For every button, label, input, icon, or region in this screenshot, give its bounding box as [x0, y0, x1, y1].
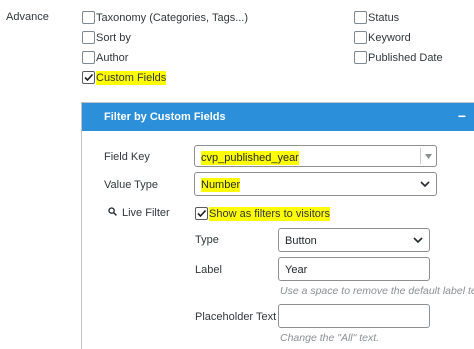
- panel-title: Filter by Custom Fields: [104, 111, 226, 123]
- label-hint: Use a space to remove the default label …: [280, 285, 474, 297]
- taxonomy-checkbox[interactable]: [82, 11, 95, 24]
- status-label[interactable]: Status: [368, 11, 399, 25]
- checkmark-icon: [84, 73, 94, 82]
- type-value: Button: [285, 235, 317, 247]
- custom-fields-label[interactable]: Custom Fields: [96, 71, 167, 85]
- checkmark-icon: [197, 209, 207, 218]
- combobox-arrow-icon[interactable]: [425, 154, 432, 159]
- label-input-value: Year: [285, 264, 308, 276]
- label-input[interactable]: Year: [278, 257, 430, 281]
- field-key-value: cvp_published_year: [201, 151, 299, 165]
- chevron-down-icon: [413, 237, 423, 244]
- placeholder-hint: Change the "All" text.: [280, 332, 380, 344]
- sort-by-label[interactable]: Sort by: [96, 31, 131, 45]
- taxonomy-label[interactable]: Taxonomy (Categories, Tags...): [96, 11, 248, 25]
- value-type-label: Value Type: [104, 179, 159, 191]
- live-filter-label: Live Filter: [122, 207, 170, 219]
- combobox-divider: [420, 148, 422, 164]
- keyword-label[interactable]: Keyword: [368, 31, 411, 45]
- type-label: Type: [195, 234, 219, 246]
- author-checkbox[interactable]: [82, 51, 95, 64]
- published-date-checkbox[interactable]: [354, 51, 367, 64]
- show-as-filters-checkbox[interactable]: [195, 207, 208, 220]
- custom-fields-filter-panel: Filter by Custom Fields − Field Key cvp_…: [81, 102, 474, 349]
- placeholder-text-input[interactable]: [278, 304, 430, 328]
- section-label-advance: Advance: [6, 11, 49, 23]
- search-icon: [108, 207, 117, 216]
- collapse-icon[interactable]: −: [458, 108, 466, 124]
- field-key-label: Field Key: [104, 151, 150, 163]
- chevron-down-icon: [420, 181, 430, 188]
- placeholder-text-label: Placeholder Text: [195, 311, 277, 323]
- status-checkbox[interactable]: [354, 11, 367, 24]
- value-type-select[interactable]: Number: [194, 172, 437, 196]
- value-type-value: Number: [201, 178, 241, 192]
- show-as-filters-label[interactable]: Show as filters to visitors: [209, 207, 331, 221]
- sort-by-checkbox[interactable]: [82, 31, 95, 44]
- custom-fields-checkbox[interactable]: [82, 71, 95, 84]
- panel-header[interactable]: Filter by Custom Fields −: [82, 103, 474, 131]
- field-key-combobox[interactable]: cvp_published_year: [194, 145, 437, 167]
- published-date-label[interactable]: Published Date: [368, 51, 443, 65]
- author-label[interactable]: Author: [96, 51, 128, 65]
- type-select[interactable]: Button: [278, 228, 430, 252]
- label-field-label: Label: [195, 264, 222, 276]
- keyword-checkbox[interactable]: [354, 31, 367, 44]
